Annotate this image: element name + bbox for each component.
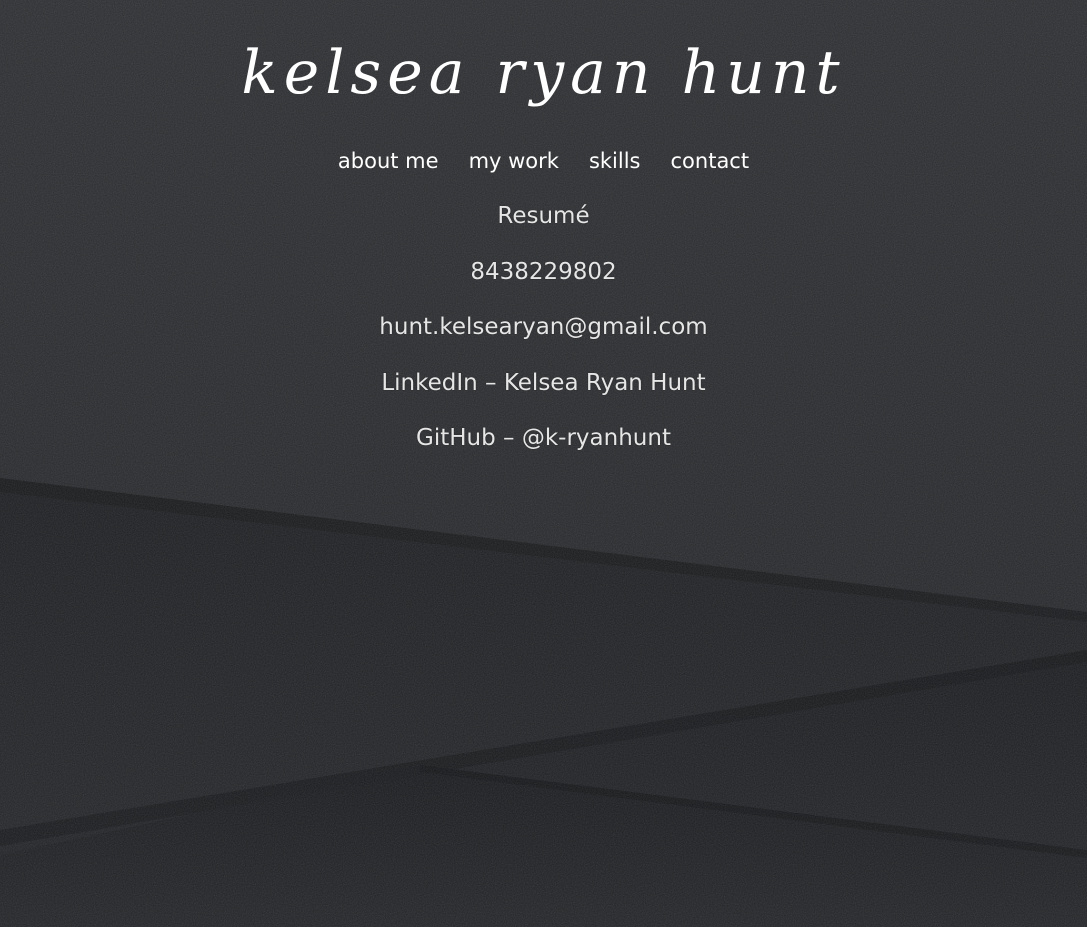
- linkedin-link[interactable]: LinkedIn – Kelsea Ryan Hunt: [381, 370, 705, 396]
- phone-link[interactable]: 8438229802: [470, 259, 616, 285]
- page: kelsea ryan hunt about me my work skills…: [0, 0, 1087, 927]
- contact-row-linkedin: LinkedIn – Kelsea Ryan Hunt: [0, 366, 1087, 422]
- nav-item-contact[interactable]: contact: [671, 146, 750, 176]
- main-nav: about me my work skills contact: [0, 146, 1087, 176]
- github-link[interactable]: GitHub – @k-ryanhunt: [416, 425, 671, 451]
- contact-list: Resumé 8438229802 hunt.kelsearyan@gmail.…: [0, 199, 1087, 477]
- nav-item-skills[interactable]: skills: [589, 146, 641, 176]
- nav-item-about-me[interactable]: about me: [338, 146, 439, 176]
- logo-text: kelsea ryan hunt: [241, 38, 846, 108]
- resume-link[interactable]: Resumé: [497, 203, 589, 229]
- contact-row-resume: Resumé: [0, 199, 1087, 255]
- contact-row-phone: 8438229802: [0, 255, 1087, 311]
- nav-item-my-work[interactable]: my work: [469, 146, 559, 176]
- contact-row-email: hunt.kelsearyan@gmail.com: [0, 310, 1087, 366]
- contact-row-github: GitHub – @k-ryanhunt: [0, 421, 1087, 477]
- site-logo[interactable]: kelsea ryan hunt: [0, 28, 1087, 118]
- email-link[interactable]: hunt.kelsearyan@gmail.com: [379, 314, 707, 340]
